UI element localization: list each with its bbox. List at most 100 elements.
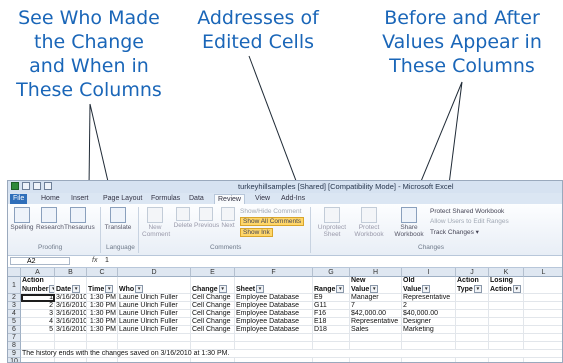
column-header[interactable]: D bbox=[118, 268, 191, 277]
table-cell[interactable]: 4 bbox=[21, 318, 55, 326]
empty-cell[interactable] bbox=[524, 318, 562, 326]
table-cell[interactable]: Employee Database bbox=[235, 326, 313, 334]
table-cell[interactable] bbox=[489, 318, 524, 326]
tab-file[interactable]: File bbox=[10, 194, 28, 204]
empty-cell[interactable] bbox=[524, 358, 562, 362]
table-cell[interactable]: 1:30 PM bbox=[87, 302, 118, 310]
tab-data[interactable]: Data bbox=[186, 194, 207, 204]
tab-page-layout[interactable]: Page Layout bbox=[100, 194, 145, 204]
filter-dropdown-icon[interactable]: ▾ bbox=[72, 285, 81, 293]
table-cell[interactable] bbox=[489, 326, 524, 334]
column-header[interactable]: G bbox=[313, 268, 350, 277]
table-cell[interactable]: 7 bbox=[350, 302, 402, 310]
column-header[interactable]: A bbox=[21, 268, 55, 277]
filter-dropdown-icon[interactable]: ▾ bbox=[218, 285, 227, 293]
column-header[interactable]: L bbox=[524, 268, 562, 277]
delete-comment-button[interactable]: Delete bbox=[172, 207, 194, 229]
empty-cell[interactable] bbox=[402, 342, 456, 350]
header-cell[interactable]: Range ▾ bbox=[313, 277, 350, 294]
empty-cell[interactable] bbox=[489, 342, 524, 350]
table-cell[interactable] bbox=[456, 310, 489, 318]
empty-cell[interactable] bbox=[191, 358, 235, 362]
empty-cell[interactable] bbox=[21, 358, 55, 362]
show-hide-comment-button[interactable]: Show/Hide Comment bbox=[240, 207, 301, 216]
row-header[interactable]: 4 bbox=[8, 310, 21, 318]
show-all-comments-button[interactable]: Show All Comments bbox=[240, 217, 305, 226]
empty-cell[interactable] bbox=[313, 358, 350, 362]
empty-cell[interactable] bbox=[350, 342, 402, 350]
table-cell[interactable]: E9 bbox=[313, 294, 350, 302]
row-header[interactable]: 10 bbox=[8, 358, 21, 362]
name-box[interactable]: A2 bbox=[10, 257, 70, 265]
empty-cell[interactable] bbox=[191, 334, 235, 342]
empty-cell[interactable] bbox=[524, 326, 562, 334]
table-cell[interactable] bbox=[456, 326, 489, 334]
empty-cell[interactable] bbox=[235, 358, 313, 362]
table-cell[interactable]: E18 bbox=[313, 318, 350, 326]
table-cell[interactable]: Employee Database bbox=[235, 302, 313, 310]
translate-button[interactable]: Translate bbox=[104, 207, 132, 231]
table-cell[interactable]: Laurie Ulrich Fuller bbox=[118, 318, 191, 326]
table-cell[interactable]: 3 bbox=[21, 310, 55, 318]
column-header[interactable]: E bbox=[191, 268, 235, 277]
empty-cell[interactable] bbox=[313, 342, 350, 350]
redo-icon[interactable] bbox=[44, 182, 52, 190]
table-cell[interactable]: Manager bbox=[350, 294, 402, 302]
allow-users-edit-ranges-button[interactable]: Allow Users to Edit Ranges bbox=[430, 217, 509, 226]
tab-view[interactable]: View bbox=[252, 194, 273, 204]
new-comment-button[interactable]: New Comment bbox=[142, 207, 170, 238]
row-header[interactable]: 9 bbox=[8, 350, 21, 358]
filter-dropdown-icon[interactable]: ▾ bbox=[473, 285, 482, 293]
empty-cell[interactable] bbox=[55, 334, 87, 342]
unprotect-sheet-button[interactable]: Unprotect Sheet bbox=[314, 207, 350, 238]
empty-cell[interactable] bbox=[87, 358, 118, 362]
empty-cell[interactable] bbox=[402, 334, 456, 342]
empty-cell[interactable] bbox=[402, 358, 456, 362]
tab-add-ins[interactable]: Add-Ins bbox=[278, 194, 308, 204]
previous-comment-button[interactable]: Previous bbox=[194, 207, 219, 229]
table-cell[interactable]: 5 bbox=[21, 326, 55, 334]
table-cell[interactable]: 2 bbox=[21, 302, 55, 310]
table-cell[interactable]: 1:30 PM bbox=[87, 294, 118, 302]
header-cell[interactable]: Change ▾ bbox=[191, 277, 235, 294]
header-cell[interactable]: Action Number ▾ bbox=[21, 277, 55, 294]
empty-cell[interactable] bbox=[350, 334, 402, 342]
column-header[interactable]: K bbox=[489, 268, 524, 277]
empty-cell[interactable] bbox=[87, 342, 118, 350]
header-cell[interactable]: Who ▾ bbox=[118, 277, 191, 294]
protect-workbook-button[interactable]: Protect Workbook bbox=[352, 207, 386, 238]
table-cell[interactable]: 3/16/2010 bbox=[55, 326, 87, 334]
empty-cell[interactable] bbox=[21, 334, 55, 342]
table-cell[interactable]: 3/16/2010 bbox=[55, 302, 87, 310]
table-cell[interactable]: G11 bbox=[313, 302, 350, 310]
empty-cell[interactable] bbox=[350, 358, 402, 362]
table-cell[interactable]: D18 bbox=[313, 326, 350, 334]
table-cell[interactable]: Representative bbox=[350, 318, 402, 326]
row-header[interactable]: 3 bbox=[8, 302, 21, 310]
table-cell[interactable]: 1:30 PM bbox=[87, 318, 118, 326]
table-cell[interactable]: F16 bbox=[313, 310, 350, 318]
table-cell[interactable]: Designer bbox=[402, 318, 456, 326]
column-header[interactable]: C bbox=[87, 268, 118, 277]
row-header[interactable]: 7 bbox=[8, 334, 21, 342]
undo-icon[interactable] bbox=[33, 182, 41, 190]
table-cell[interactable]: Laurie Ulrich Fuller bbox=[118, 302, 191, 310]
table-cell[interactable] bbox=[456, 294, 489, 302]
column-header[interactable]: H bbox=[350, 268, 402, 277]
empty-cell[interactable] bbox=[21, 342, 55, 350]
column-header[interactable]: J bbox=[456, 268, 489, 277]
empty-cell[interactable] bbox=[55, 358, 87, 362]
tab-insert[interactable]: Insert bbox=[68, 194, 92, 204]
column-header[interactable]: F bbox=[235, 268, 313, 277]
table-cell[interactable]: Employee Database bbox=[235, 318, 313, 326]
empty-cell[interactable] bbox=[524, 334, 562, 342]
table-cell[interactable]: Laurie Ulrich Fuller bbox=[118, 294, 191, 302]
table-cell[interactable] bbox=[489, 294, 524, 302]
empty-cell[interactable] bbox=[118, 342, 191, 350]
tab-home[interactable]: Home bbox=[38, 194, 63, 204]
table-cell[interactable]: 1:30 PM bbox=[87, 326, 118, 334]
empty-cell[interactable] bbox=[456, 358, 489, 362]
table-cell[interactable]: $40,000.00 bbox=[402, 310, 456, 318]
empty-cell[interactable] bbox=[118, 334, 191, 342]
filter-dropdown-icon[interactable]: ▾ bbox=[135, 285, 144, 293]
